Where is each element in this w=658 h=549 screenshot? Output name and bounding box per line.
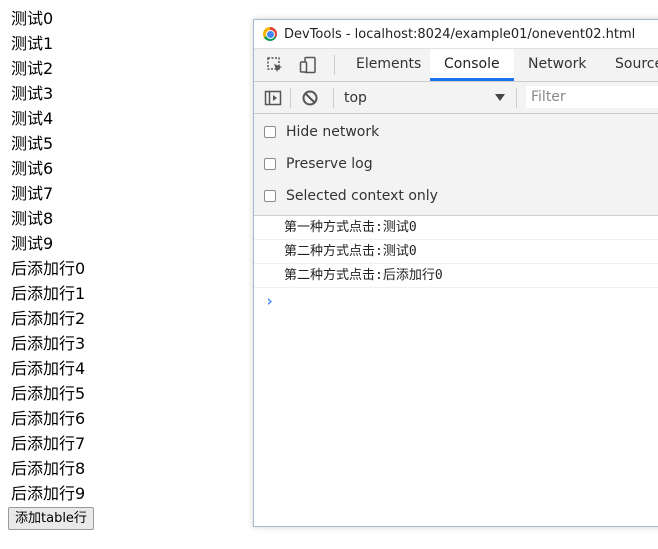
list-item: 测试5	[11, 134, 54, 153]
list-item: 测试0	[11, 9, 54, 28]
tab-network[interactable]: Network	[514, 49, 600, 80]
list-item: 测试7	[11, 184, 54, 203]
list-item: 后添加行5	[11, 384, 86, 403]
filter-input[interactable]	[526, 86, 658, 108]
list-item: 后添加行6	[11, 409, 86, 428]
console-toolbar: top	[254, 82, 658, 114]
page-list: 测试0 测试1 测试2 测试3 测试4 测试5 测试6 测试7 测试8 测试9 后添加行0 后添加行1…	[11, 8, 85, 508]
toolbar-separator	[290, 88, 291, 108]
devtools-tabbar: Elements Console Network Source	[254, 49, 658, 82]
console-settings: Hide network Preserve log Selected conte…	[254, 114, 658, 216]
dropdown-arrow-icon[interactable]	[495, 94, 505, 101]
list-item: 测试8	[11, 209, 54, 228]
list-item: 测试2	[11, 59, 54, 78]
clear-console-icon[interactable]	[301, 89, 319, 107]
list-item: 后添加行4	[11, 359, 86, 378]
preserve-log-label: Preserve log	[286, 156, 373, 172]
console-message: 第二种方式点击:后添加行0	[254, 264, 658, 288]
add-table-row-button[interactable]: 添加table行	[8, 507, 94, 530]
tab-separator	[334, 55, 335, 75]
list-item: 后添加行2	[11, 309, 86, 328]
list-item: 后添加行1	[11, 284, 86, 303]
hide-network-setting[interactable]: Hide network	[254, 117, 658, 149]
selected-context-setting[interactable]: Selected context only	[254, 181, 658, 213]
list-item: 后添加行8	[11, 459, 86, 478]
console-messages: 第一种方式点击:测试0 第二种方式点击:测试0 第二种方式点击:后添加行0 ›	[254, 216, 658, 312]
toolbar-separator	[333, 88, 334, 108]
list-item: 后添加行0	[11, 259, 86, 278]
devtools-window: DevTools - localhost:8024/example01/onev…	[253, 19, 658, 527]
tab-elements[interactable]: Elements	[342, 49, 435, 80]
list-item: 测试3	[11, 84, 54, 103]
toolbar-separator	[516, 88, 517, 108]
inspect-element-icon[interactable]	[266, 56, 284, 74]
console-message: 第一种方式点击:测试0	[254, 216, 658, 240]
hide-network-checkbox[interactable]	[264, 126, 276, 138]
context-select[interactable]: top	[344, 87, 506, 109]
tab-sources[interactable]: Source	[601, 49, 658, 80]
list-item: 后添加行7	[11, 434, 86, 453]
list-item: 测试1	[11, 34, 54, 53]
selected-context-label: Selected context only	[286, 188, 438, 204]
hide-network-label: Hide network	[286, 124, 380, 140]
console-message: 第二种方式点击:测试0	[254, 240, 658, 264]
preserve-log-checkbox[interactable]	[264, 158, 276, 170]
list-item: 测试9	[11, 234, 54, 253]
devtools-titlebar[interactable]: DevTools - localhost:8024/example01/onev…	[254, 20, 658, 49]
preserve-log-setting[interactable]: Preserve log	[254, 149, 658, 181]
list-item: 测试6	[11, 159, 54, 178]
window-title: DevTools - localhost:8024/example01/onev…	[284, 27, 636, 42]
context-value: top	[344, 90, 367, 106]
chevron-right-icon: ›	[265, 292, 275, 310]
list-item: 后添加行9	[11, 484, 86, 503]
device-toolbar-icon[interactable]	[299, 56, 317, 74]
tab-console[interactable]: Console	[430, 49, 514, 81]
console-sidebar-icon[interactable]	[264, 89, 282, 107]
chrome-icon	[263, 27, 277, 41]
list-item: 后添加行3	[11, 334, 86, 353]
selected-context-checkbox[interactable]	[264, 190, 276, 202]
list-item: 测试4	[11, 109, 54, 128]
console-prompt[interactable]: ›	[254, 288, 658, 312]
